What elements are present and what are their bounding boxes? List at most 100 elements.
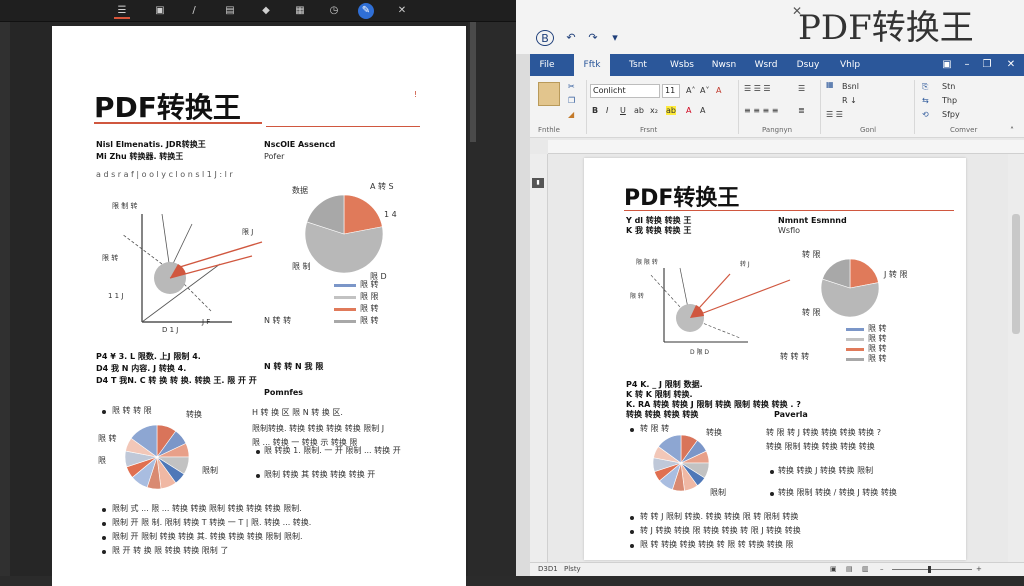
legend-swatch-2 bbox=[334, 296, 356, 299]
grow-font-icon[interactable]: A˄ bbox=[686, 86, 695, 95]
section-1: P4 ¥ 3. L 限数. 上J 限制 4. bbox=[96, 352, 201, 361]
tab-file[interactable]: File bbox=[530, 54, 564, 76]
paste-icon[interactable] bbox=[538, 82, 560, 106]
font-size-box[interactable]: 11 bbox=[662, 84, 680, 98]
wrench-icon[interactable]: ✕ bbox=[394, 3, 410, 19]
svg-text:限 制 转: 限 制 转 bbox=[112, 201, 137, 210]
word-scroll-thumb[interactable] bbox=[1012, 214, 1020, 334]
pie2-label-3: 转换 bbox=[186, 410, 202, 419]
ruler-marker[interactable]: ▮ bbox=[532, 178, 544, 188]
indent-icon[interactable]: ☰ bbox=[798, 84, 805, 93]
ribbon-display-icon[interactable]: ▣ bbox=[938, 54, 956, 76]
status-language[interactable]: Plsty bbox=[564, 565, 581, 573]
word-small-note: 转 转 转 bbox=[780, 352, 810, 361]
radial-diagram: 限 制 转 限 转 1 1 J 限 J J F D 1 J bbox=[102, 201, 263, 334]
more-icon[interactable]: ▾ bbox=[608, 30, 622, 46]
table-icon[interactable]: ▤ bbox=[222, 3, 238, 19]
group-label-editing: Comver bbox=[950, 126, 978, 134]
pdf-scrollbar[interactable] bbox=[468, 22, 516, 576]
pdf-toolbar: ☰ ▣ / ▤ ◆ ▦ ◷ ✎ ✕ bbox=[0, 0, 516, 22]
replace-icon[interactable]: ⇆ bbox=[922, 96, 929, 105]
bullets-icon[interactable]: ☰ ☰ ☰ bbox=[744, 84, 771, 93]
copy-icon[interactable]: ❐ bbox=[568, 96, 575, 105]
bold-icon[interactable]: B bbox=[592, 106, 598, 115]
style-btn-2[interactable]: R ↓ bbox=[842, 96, 857, 105]
horizontal-ruler[interactable] bbox=[548, 140, 1024, 154]
legend-label-4: 限 转 bbox=[360, 316, 379, 325]
zoom-slider-thumb[interactable] bbox=[928, 566, 931, 573]
group-separator bbox=[820, 80, 821, 134]
tab-design[interactable]: Wsbs bbox=[664, 54, 700, 76]
zoom-out-icon[interactable]: – bbox=[880, 565, 884, 573]
align-icon[interactable]: ≡ ≡ ≡ ≡ bbox=[744, 106, 778, 115]
word-header-right-2: Wsflo bbox=[778, 226, 801, 235]
save-icon[interactable]: B bbox=[536, 30, 554, 46]
underline-icon[interactable]: U bbox=[620, 106, 626, 115]
close-icon[interactable]: ✕ bbox=[1002, 54, 1020, 76]
word-legend-label-2: 限 转 bbox=[868, 334, 887, 343]
zoom-in-icon[interactable]: + bbox=[976, 565, 982, 573]
ribbon-tabs: File Fftk Tsnt Wsbs Nwsn Wsrd Dsuy Vhlp … bbox=[530, 54, 1024, 76]
scroll-thumb[interactable] bbox=[470, 22, 476, 142]
bullet bbox=[770, 492, 774, 496]
bullet-bottom-2: 限制 开 限 制. 限制 转换 T 转换 一 T | 限. 转换 ... 转换. bbox=[112, 518, 312, 527]
word-legend-swatch-1 bbox=[846, 328, 864, 331]
section-3: D4 T 我N. C 转 换 转 换. 转换 王. 限 开 开 bbox=[96, 376, 257, 385]
font-effects-icon[interactable]: A bbox=[700, 106, 705, 115]
collapse-ribbon-icon[interactable]: ˄ bbox=[1010, 126, 1014, 135]
word-pie2-label-1: 转 限 转 bbox=[640, 424, 670, 433]
subscript-icon[interactable]: x₂ bbox=[650, 106, 658, 115]
page-icon[interactable]: ▣ bbox=[152, 3, 168, 19]
shrink-font-icon[interactable]: A˅ bbox=[700, 86, 709, 95]
strike-icon[interactable]: ab bbox=[634, 106, 644, 115]
style-btn-1[interactable]: Bsnl bbox=[842, 82, 859, 91]
zoom-slider[interactable] bbox=[892, 569, 972, 570]
vertical-ruler[interactable]: ▮ bbox=[530, 154, 548, 562]
print-layout-icon[interactable]: ▤ bbox=[846, 565, 853, 573]
tab-references[interactable]: Wsrd bbox=[748, 54, 784, 76]
cut-icon[interactable]: ✂ bbox=[568, 82, 575, 91]
pdf-page: PDF转换王 ! Nisl Elmenatis. JDR转换王 Mi Zhu 转… bbox=[52, 26, 466, 586]
minimize-icon[interactable]: – bbox=[958, 54, 976, 76]
pie1-label-4: 限 制 bbox=[292, 262, 311, 271]
word-legend-label-3: 限 转 bbox=[868, 344, 887, 353]
edit-btn-1[interactable]: Stn bbox=[942, 82, 955, 91]
book-icon[interactable]: ▦ bbox=[292, 3, 308, 19]
style-btn-3[interactable]: ☰ ☰ bbox=[826, 110, 843, 119]
tab-insert[interactable]: Tsnt bbox=[620, 54, 656, 76]
highlight-icon[interactable]: ab bbox=[666, 106, 676, 115]
edit-btn-3[interactable]: Sfpy bbox=[942, 110, 960, 119]
font-name-box[interactable]: Conlicht bbox=[590, 84, 660, 98]
line-spacing-icon[interactable]: ≣ bbox=[798, 106, 805, 115]
group-separator bbox=[586, 80, 587, 134]
font-color-icon[interactable]: A bbox=[686, 106, 691, 115]
read-mode-icon[interactable]: ▣ bbox=[830, 565, 837, 573]
clock-icon[interactable]: ◷ bbox=[326, 3, 342, 19]
select-icon[interactable]: ⟲ bbox=[922, 110, 929, 119]
find-icon[interactable]: ⎘ bbox=[922, 82, 928, 92]
tab-layout[interactable]: Nwsn bbox=[706, 54, 742, 76]
section-4: Pomnfes bbox=[264, 388, 304, 397]
redo-icon[interactable]: ↷ bbox=[586, 30, 600, 46]
restore-icon[interactable]: ❐ bbox=[978, 54, 996, 76]
web-layout-icon[interactable]: ▥ bbox=[862, 565, 869, 573]
format-painter-icon[interactable]: ◢ bbox=[568, 110, 574, 119]
bullet-right-5: 限制 转换 其 转换 转换 转换 开 bbox=[264, 470, 376, 479]
tab-view[interactable]: Vhlp bbox=[832, 54, 868, 76]
style-normal-icon[interactable]: ▦ bbox=[826, 80, 834, 89]
clear-format-icon[interactable]: A bbox=[716, 86, 721, 95]
status-page[interactable]: D3D1 bbox=[538, 565, 558, 573]
pie2-caption: 限 转 转 限 bbox=[112, 406, 152, 415]
word-vertical-scrollbar[interactable] bbox=[1008, 154, 1024, 562]
italic-icon[interactable]: I bbox=[606, 106, 608, 115]
tab-home[interactable]: Fftk bbox=[574, 54, 610, 76]
italic-icon[interactable]: / bbox=[186, 3, 202, 19]
edit-btn-2[interactable]: Thp bbox=[942, 96, 957, 105]
pie1-label-3: 1 4 bbox=[384, 210, 397, 219]
pen-icon[interactable]: ✎ bbox=[358, 3, 374, 19]
text-select-icon[interactable]: ☰ bbox=[114, 3, 130, 19]
undo-icon[interactable]: ↶ bbox=[564, 30, 578, 46]
scroll-icon[interactable]: ◆ bbox=[258, 3, 274, 19]
tab-review[interactable]: Dsuy bbox=[790, 54, 826, 76]
legend-swatch-4 bbox=[334, 320, 356, 323]
